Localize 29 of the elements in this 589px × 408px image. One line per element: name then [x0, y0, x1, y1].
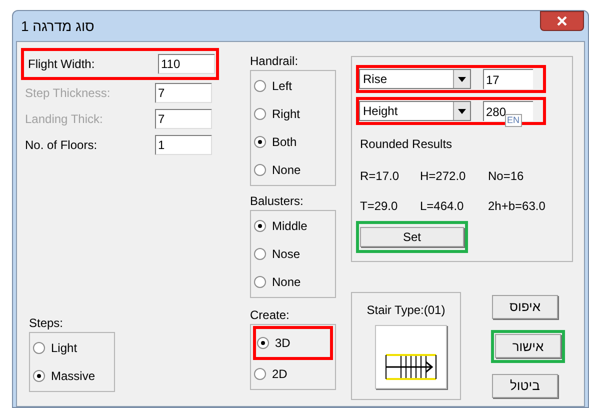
- radio-label: None: [272, 274, 301, 291]
- radio-label: Nose: [272, 246, 300, 263]
- field-label: Flight Width:: [28, 56, 96, 73]
- language-tooltip: EN: [505, 114, 522, 127]
- field-label: No. of Floors:: [25, 137, 98, 154]
- result-value: L=464.0: [420, 198, 465, 215]
- field-label: Landing Thick:: [25, 111, 104, 128]
- radio-label: None: [272, 162, 301, 179]
- group-label: Steps:: [29, 315, 64, 330]
- field-label: Step Thickness:: [25, 85, 112, 102]
- group-label: Create:: [250, 307, 290, 322]
- radio-label: Light: [51, 340, 78, 357]
- result-value: No=16: [488, 168, 525, 185]
- radio-label: Left: [272, 78, 292, 95]
- stair-type-label: Stair Type:(01): [366, 302, 446, 319]
- results-heading: Rounded Results: [360, 136, 454, 153]
- radio-label: 2D: [272, 366, 288, 383]
- radio-label: 3D: [275, 335, 290, 352]
- window-title: סוג מדרגה 1: [21, 16, 94, 36]
- result-value: T=29.0: [360, 198, 399, 215]
- result-value: H=272.0: [420, 168, 467, 185]
- radio-label: Both: [272, 134, 297, 151]
- radio-label: Right: [272, 106, 300, 123]
- group-label: Balusters:: [250, 193, 304, 208]
- result-value: R=17.0: [360, 168, 400, 185]
- group-label: Handrail:: [250, 53, 300, 68]
- radio-label: Massive: [51, 368, 96, 385]
- radio-label: Middle: [272, 218, 308, 235]
- result-value: 2h+b=63.0: [488, 198, 546, 215]
